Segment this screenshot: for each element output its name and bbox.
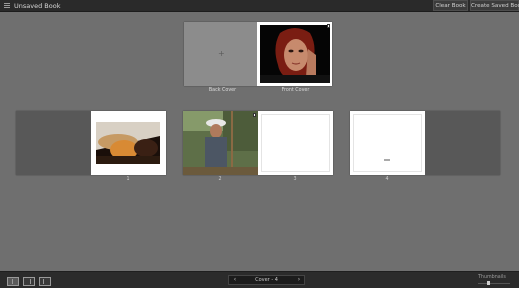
page-1-photo xyxy=(96,122,160,164)
page-3-frame xyxy=(261,114,330,172)
back-cover-label: Back Cover xyxy=(208,88,237,93)
thumbnails-label: Thumbnails xyxy=(478,275,506,280)
page-1[interactable] xyxy=(91,111,166,175)
page-navigator: ‹ Cover - 4 › xyxy=(228,275,305,285)
warning-badge-icon xyxy=(253,113,256,117)
page-3[interactable] xyxy=(258,111,333,175)
spread-view-button[interactable] xyxy=(23,277,35,286)
portrait-photo xyxy=(260,25,330,83)
page-spread[interactable] xyxy=(350,111,500,175)
add-photo-icon[interactable]: + xyxy=(218,50,225,58)
page-spread[interactable] xyxy=(183,111,333,175)
next-page-button[interactable]: › xyxy=(294,276,304,284)
page-spread[interactable] xyxy=(16,111,166,175)
multi-page-view-button[interactable] xyxy=(7,277,19,286)
page-range-label: Cover - 4 xyxy=(255,277,278,283)
book-title: Unsaved Book xyxy=(14,2,61,10)
page-number: 3 xyxy=(293,177,297,182)
page-2-photo xyxy=(183,111,258,175)
menu-icon[interactable] xyxy=(4,3,10,9)
warning-badge-icon xyxy=(327,24,330,28)
cover-spread[interactable]: + xyxy=(184,22,332,86)
page-number: 4 xyxy=(385,177,389,182)
thumbnail-size-slider-handle[interactable] xyxy=(487,281,490,285)
create-saved-book-button[interactable]: Create Saved Book xyxy=(470,0,519,11)
front-cover-label: Front Cover xyxy=(281,88,310,93)
page-4[interactable] xyxy=(350,111,425,175)
page-number: 1 xyxy=(126,177,130,182)
page-4-frame xyxy=(353,114,422,172)
previous-page-button[interactable]: ‹ xyxy=(230,276,240,284)
page-4-text-placeholder xyxy=(384,159,390,161)
header-bar: Unsaved Book Clear Book Create Saved Boo… xyxy=(0,0,519,12)
front-cover-page[interactable] xyxy=(257,22,332,86)
blank-page xyxy=(16,111,91,175)
page-2[interactable] xyxy=(183,111,258,175)
front-cover-photo xyxy=(260,25,330,83)
single-page-view-button[interactable] xyxy=(39,277,51,286)
thumbnail-size-slider-track[interactable] xyxy=(478,283,510,284)
back-cover-page[interactable]: + xyxy=(184,22,257,86)
clear-book-button[interactable]: Clear Book xyxy=(433,0,468,11)
blank-page xyxy=(425,111,500,175)
page-number: 2 xyxy=(218,177,222,182)
